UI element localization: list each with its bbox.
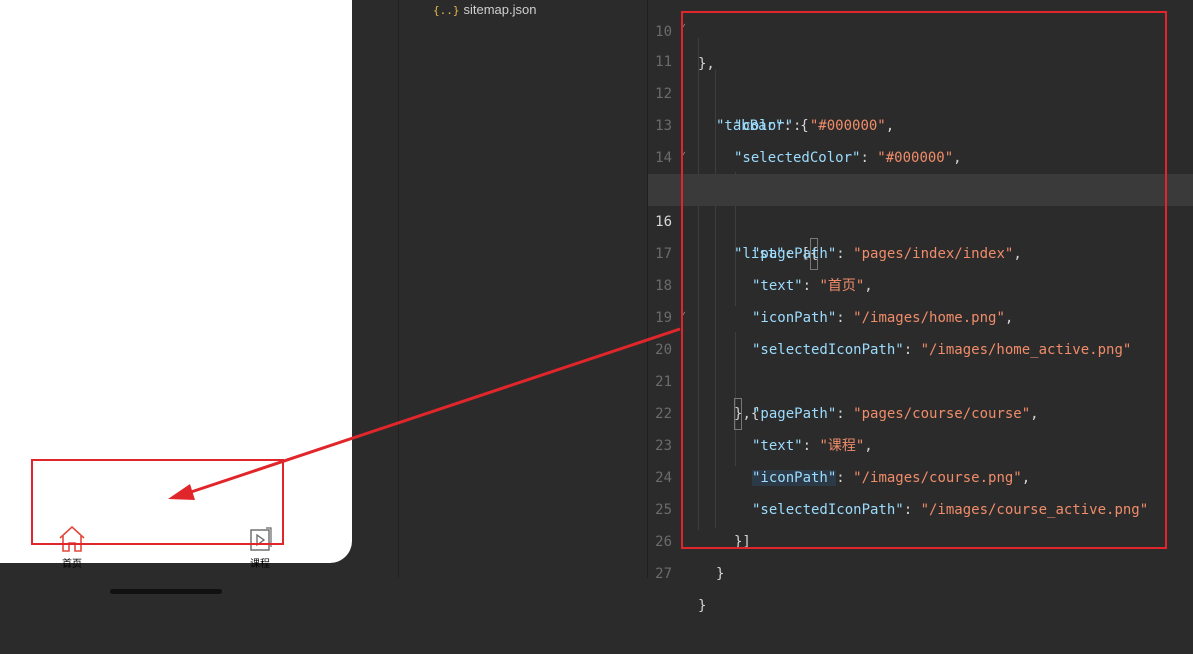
code-line-active: 16 "pagePath": "pages/index/index", bbox=[648, 174, 1193, 262]
code-text: } bbox=[716, 566, 725, 582]
tab-course[interactable]: 课程 bbox=[230, 520, 290, 580]
tab-bar: 首页 课程 bbox=[0, 520, 352, 580]
code-line: 14 "borderStyle": "white", bbox=[648, 110, 1193, 198]
fold-chevron-icon[interactable]: ⌄ bbox=[680, 296, 686, 328]
file-name: sitemap.json bbox=[463, 2, 537, 17]
simulator-screen bbox=[0, 0, 352, 563]
tab-home[interactable]: 首页 bbox=[42, 520, 102, 580]
code-line: 13 "selectedColor": "#000000", bbox=[648, 78, 1193, 166]
code-line: 12 "color": "#000000", bbox=[648, 46, 1193, 134]
file-item-sitemap[interactable]: {..} sitemap.json bbox=[433, 2, 536, 17]
tab-home-label: 首页 bbox=[62, 559, 82, 570]
code-line: 21 "pagePath": "pages/course/course", bbox=[648, 334, 1193, 422]
line-number: 27 bbox=[655, 566, 672, 582]
code-line: 24 "selectedIconPath": "/images/course_a… bbox=[648, 430, 1193, 518]
fold-chevron-icon[interactable]: ⌄ bbox=[680, 8, 686, 40]
json-file-icon: {..} bbox=[433, 4, 460, 17]
home-icon bbox=[59, 525, 85, 552]
code-line: 20 ⌄ },{ bbox=[648, 302, 1193, 430]
code-line: 25 }] bbox=[648, 462, 1193, 550]
code-line: 26 } bbox=[648, 494, 1193, 582]
code-text: } bbox=[698, 598, 707, 614]
video-play-icon bbox=[250, 527, 272, 551]
code-line: 23 "iconPath": "/images/course.png", bbox=[648, 398, 1193, 486]
code-line: 27 } bbox=[648, 526, 1193, 614]
code-line: 22 "text": "课程", bbox=[648, 366, 1193, 454]
file-explorer: {..} sitemap.json bbox=[398, 0, 647, 578]
code-line: 17 "text": "首页", bbox=[648, 206, 1193, 294]
code-line: 18 "iconPath": "/images/home.png", bbox=[648, 238, 1193, 326]
home-indicator bbox=[110, 589, 222, 594]
code-editor[interactable]: 10 }, 11 ⌄ "tabBar": { 12 "color": "#000… bbox=[647, 0, 1193, 614]
code-line: 15 ⌄ "list": [{ bbox=[648, 142, 1193, 270]
code-line: 11 ⌄ "tabBar": { bbox=[648, 14, 1193, 134]
fold-chevron-icon[interactable]: ⌄ bbox=[680, 136, 686, 168]
tab-course-label: 课程 bbox=[250, 559, 270, 570]
code-line: 19 "selectedIconPath": "/images/home_act… bbox=[648, 270, 1193, 358]
